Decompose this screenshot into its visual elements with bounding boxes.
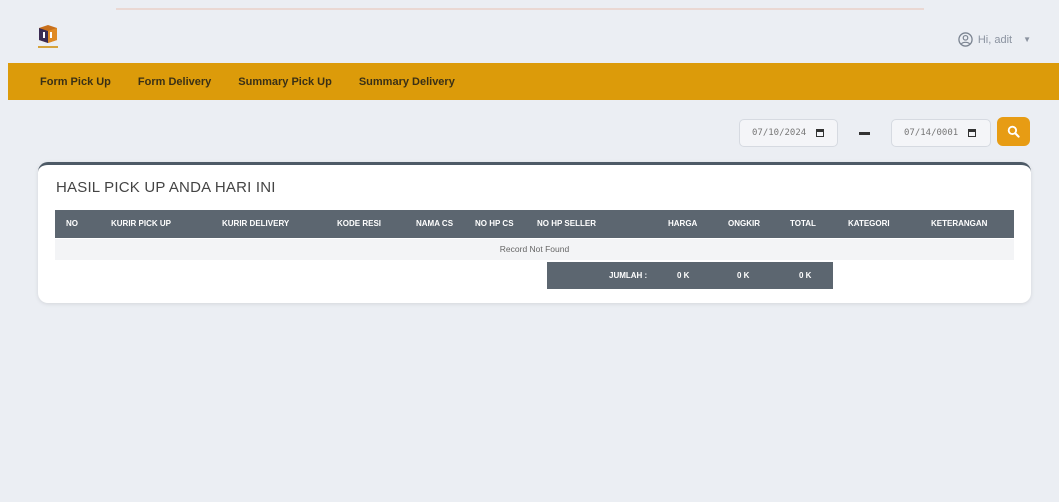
results-card: HASIL PICK UP ANDA HARI INI NO KURIR PIC…	[38, 162, 1031, 303]
summary-harga: 0 K	[677, 271, 690, 280]
search-button[interactable]	[997, 117, 1030, 146]
empty-state-row: Record Not Found	[55, 239, 1014, 260]
nav-form-pick-up[interactable]: Form Pick Up	[40, 76, 111, 88]
brand-logo[interactable]	[37, 25, 59, 51]
date-to-input[interactable]: 07/14/0001	[891, 119, 991, 147]
column-header: KURIR DELIVERY	[222, 219, 290, 228]
date-range-separator	[859, 132, 870, 135]
header: Hi, adit ▼	[0, 10, 1059, 63]
summary-total: 0 K	[799, 271, 812, 280]
column-header: ONGKIR	[728, 219, 760, 228]
date-from-value: 07/10/2024	[752, 128, 807, 138]
column-header: NO HP CS	[475, 219, 514, 228]
main-navbar: Form Pick Up Form Delivery Summary Pick …	[8, 63, 1059, 100]
summary-ongkir: 0 K	[737, 271, 750, 280]
date-to-value: 07/14/0001	[904, 128, 959, 138]
summary-row: JUMLAH : 0 K 0 K 0 K	[547, 262, 833, 289]
calendar-icon[interactable]	[816, 129, 825, 137]
column-header: NO	[66, 219, 78, 228]
calendar-icon[interactable]	[968, 129, 977, 137]
nav-form-delivery[interactable]: Form Delivery	[138, 76, 211, 88]
column-header: TOTAL	[790, 219, 816, 228]
column-header: NO HP SELLER	[537, 219, 596, 228]
column-header: HARGA	[668, 219, 698, 228]
nav-summary-delivery[interactable]: Summary Delivery	[359, 76, 455, 88]
column-header: KATEGORI	[848, 219, 890, 228]
table-header: NO KURIR PICK UP KURIR DELIVERY KODE RES…	[55, 210, 1014, 238]
caret-down-icon: ▼	[1023, 35, 1031, 44]
column-header: KETERANGAN	[931, 219, 988, 228]
user-circle-icon	[958, 32, 973, 47]
summary-label: JUMLAH :	[609, 271, 648, 280]
search-icon	[1007, 125, 1020, 138]
user-menu[interactable]: Hi, adit ▼	[958, 32, 1031, 47]
date-from-input[interactable]: 07/10/2024	[739, 119, 838, 147]
column-header: NAMA CS	[416, 219, 454, 228]
column-header: KODE RESI	[337, 219, 382, 228]
column-header: KURIR PICK UP	[111, 219, 172, 228]
card-title: HASIL PICK UP ANDA HARI INI	[56, 179, 276, 196]
user-greeting: Hi, adit	[977, 33, 1013, 46]
nav-summary-pick-up[interactable]: Summary Pick Up	[238, 76, 332, 88]
